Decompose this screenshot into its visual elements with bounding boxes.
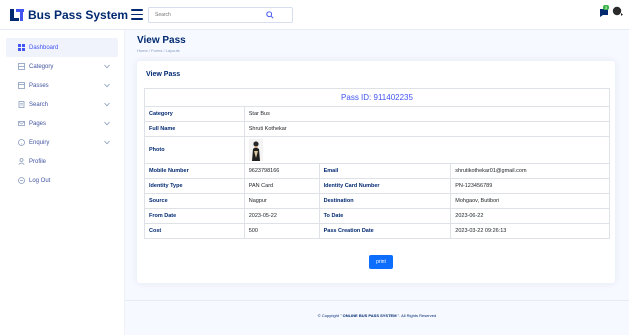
person-icon xyxy=(18,158,25,165)
sidebar-item-label: Category xyxy=(29,63,54,70)
sidebar-item-label: Pages xyxy=(29,120,47,127)
sidebar-item-enquiry[interactable]: Enquiry xyxy=(6,133,118,152)
field-label: Email xyxy=(318,163,452,179)
card-title: View Pass xyxy=(146,71,181,78)
field-label: Source xyxy=(144,193,245,209)
field-label: Identity Card Number xyxy=(318,178,452,194)
sidebar-item-label: Enquiry xyxy=(29,139,50,146)
copyright-prefix: © Copyright " xyxy=(317,313,342,318)
table-row: Identity Type PAN Card Identity Card Num… xyxy=(144,178,610,194)
photo-cell xyxy=(243,136,611,164)
table-row: Category Star Bus xyxy=(144,106,611,122)
to-date-value: 2023-06-22 xyxy=(450,208,610,224)
search-input[interactable] xyxy=(155,12,265,18)
table-row: Cost 500 Pass Creation Date 2023-03-22 0… xyxy=(144,223,610,239)
table-row: Full Name Shruti Kothekar xyxy=(144,121,611,137)
category-value: Star Bus xyxy=(243,106,611,122)
source-value: Nagpur xyxy=(243,193,320,209)
print-button[interactable]: print xyxy=(369,255,393,269)
chevron-down-icon xyxy=(104,64,110,69)
table-row: Source Nagpur Destination Mohgaov, Butib… xyxy=(144,193,610,209)
field-label: Cost xyxy=(144,223,245,239)
copyright-text: © Copyright " ONLINE BUS PASS SYSTEM ". … xyxy=(125,313,629,318)
field-label: Full Name xyxy=(144,121,245,137)
table-row: Pass ID: 911402235 xyxy=(144,88,610,107)
page-title: View Pass xyxy=(137,35,186,46)
grid-icon xyxy=(18,44,25,51)
sidebar-item-category[interactable]: Category xyxy=(6,57,118,76)
chevron-down-icon xyxy=(104,83,110,88)
field-label: Photo xyxy=(144,136,245,164)
sidebar-item-label: Dashboard xyxy=(29,44,59,51)
field-label: From Date xyxy=(144,208,245,224)
document-icon xyxy=(18,101,25,108)
chevron-down-icon xyxy=(104,102,110,107)
chevron-down-icon xyxy=(104,140,110,145)
pass-id: Pass ID: 911402235 xyxy=(144,88,610,107)
destination-value: Mohgaov, Butibori xyxy=(450,193,610,209)
identity-number-value: PN-123456789 xyxy=(450,178,610,194)
field-label: Mobile Number xyxy=(144,163,245,179)
creation-date-value: 2023-03-22 09:26:13 xyxy=(450,223,610,239)
user-avatar[interactable] xyxy=(612,6,623,21)
sidebar-item-dashboard[interactable]: Dashboard xyxy=(6,38,118,57)
sidebar-item-logout[interactable]: Log Out xyxy=(6,171,118,190)
question-icon xyxy=(18,139,25,146)
sidebar-item-label: Passes xyxy=(29,82,49,89)
app-logo[interactable]: Bus Pass System xyxy=(0,8,140,22)
table-row: Mobile Number 9623798166 Email shrutikot… xyxy=(144,163,610,179)
footer: © Copyright " ONLINE BUS PASS SYSTEM ". … xyxy=(125,300,629,335)
sidebar-item-profile[interactable]: Profile xyxy=(6,152,118,171)
sidebar-item-label: Log Out xyxy=(29,177,51,184)
menu-toggle-icon[interactable] xyxy=(131,9,143,20)
sidebar-item-label: Search xyxy=(29,101,49,108)
sidebar-item-search[interactable]: Search xyxy=(6,95,118,114)
field-label: To Date xyxy=(318,208,452,224)
identity-type-value: PAN Card xyxy=(243,178,320,194)
sidebar-item-passes[interactable]: Passes xyxy=(6,76,118,95)
field-label: Category xyxy=(144,106,245,122)
pass-details-table: Pass ID: 911402235 Category Star Bus Ful… xyxy=(144,88,611,239)
logout-icon xyxy=(18,177,25,184)
app-name: Bus Pass System xyxy=(28,7,129,22)
cost-value: 500 xyxy=(243,223,320,239)
from-date-value: 2023-05-22 xyxy=(243,208,320,224)
field-label: Destination xyxy=(318,193,452,209)
copyright-brand: ONLINE BUS PASS SYSTEM xyxy=(341,313,398,318)
sidebar-item-label: Profile xyxy=(29,158,47,165)
top-header: Bus Pass System 3 xyxy=(0,0,629,30)
copyright-suffix: ". All Rights Reserved xyxy=(397,313,437,318)
field-label: Identity Type xyxy=(144,178,245,194)
email-value: shrutikothekar01@gmail.com xyxy=(450,163,610,179)
layout-icon xyxy=(18,82,25,89)
passenger-photo xyxy=(248,139,263,161)
table-row: From Date 2023-05-22 To Date 2023-06-22 xyxy=(144,208,610,224)
mobile-value: 9623798166 xyxy=(243,163,320,179)
pass-details-card: View Pass Pass ID: 911402235 Category St… xyxy=(137,61,615,283)
envelope-icon xyxy=(18,121,25,126)
sidebar-item-pages[interactable]: Pages xyxy=(6,114,118,133)
sidebar: Dashboard Category Passes Search Pages E… xyxy=(0,30,125,335)
table-row: Photo xyxy=(144,136,611,164)
logo-icon xyxy=(10,8,24,21)
field-label: Pass Creation Date xyxy=(318,223,452,239)
full-name-value: Shruti Kothekar xyxy=(243,121,611,137)
breadcrumb: Home / Forms / Layouts xyxy=(137,48,180,53)
chevron-down-icon xyxy=(104,121,110,126)
grid-icon xyxy=(18,63,25,70)
search-icon[interactable] xyxy=(266,11,274,19)
search-bar xyxy=(148,7,293,23)
notification-badge: 3 xyxy=(603,5,609,10)
